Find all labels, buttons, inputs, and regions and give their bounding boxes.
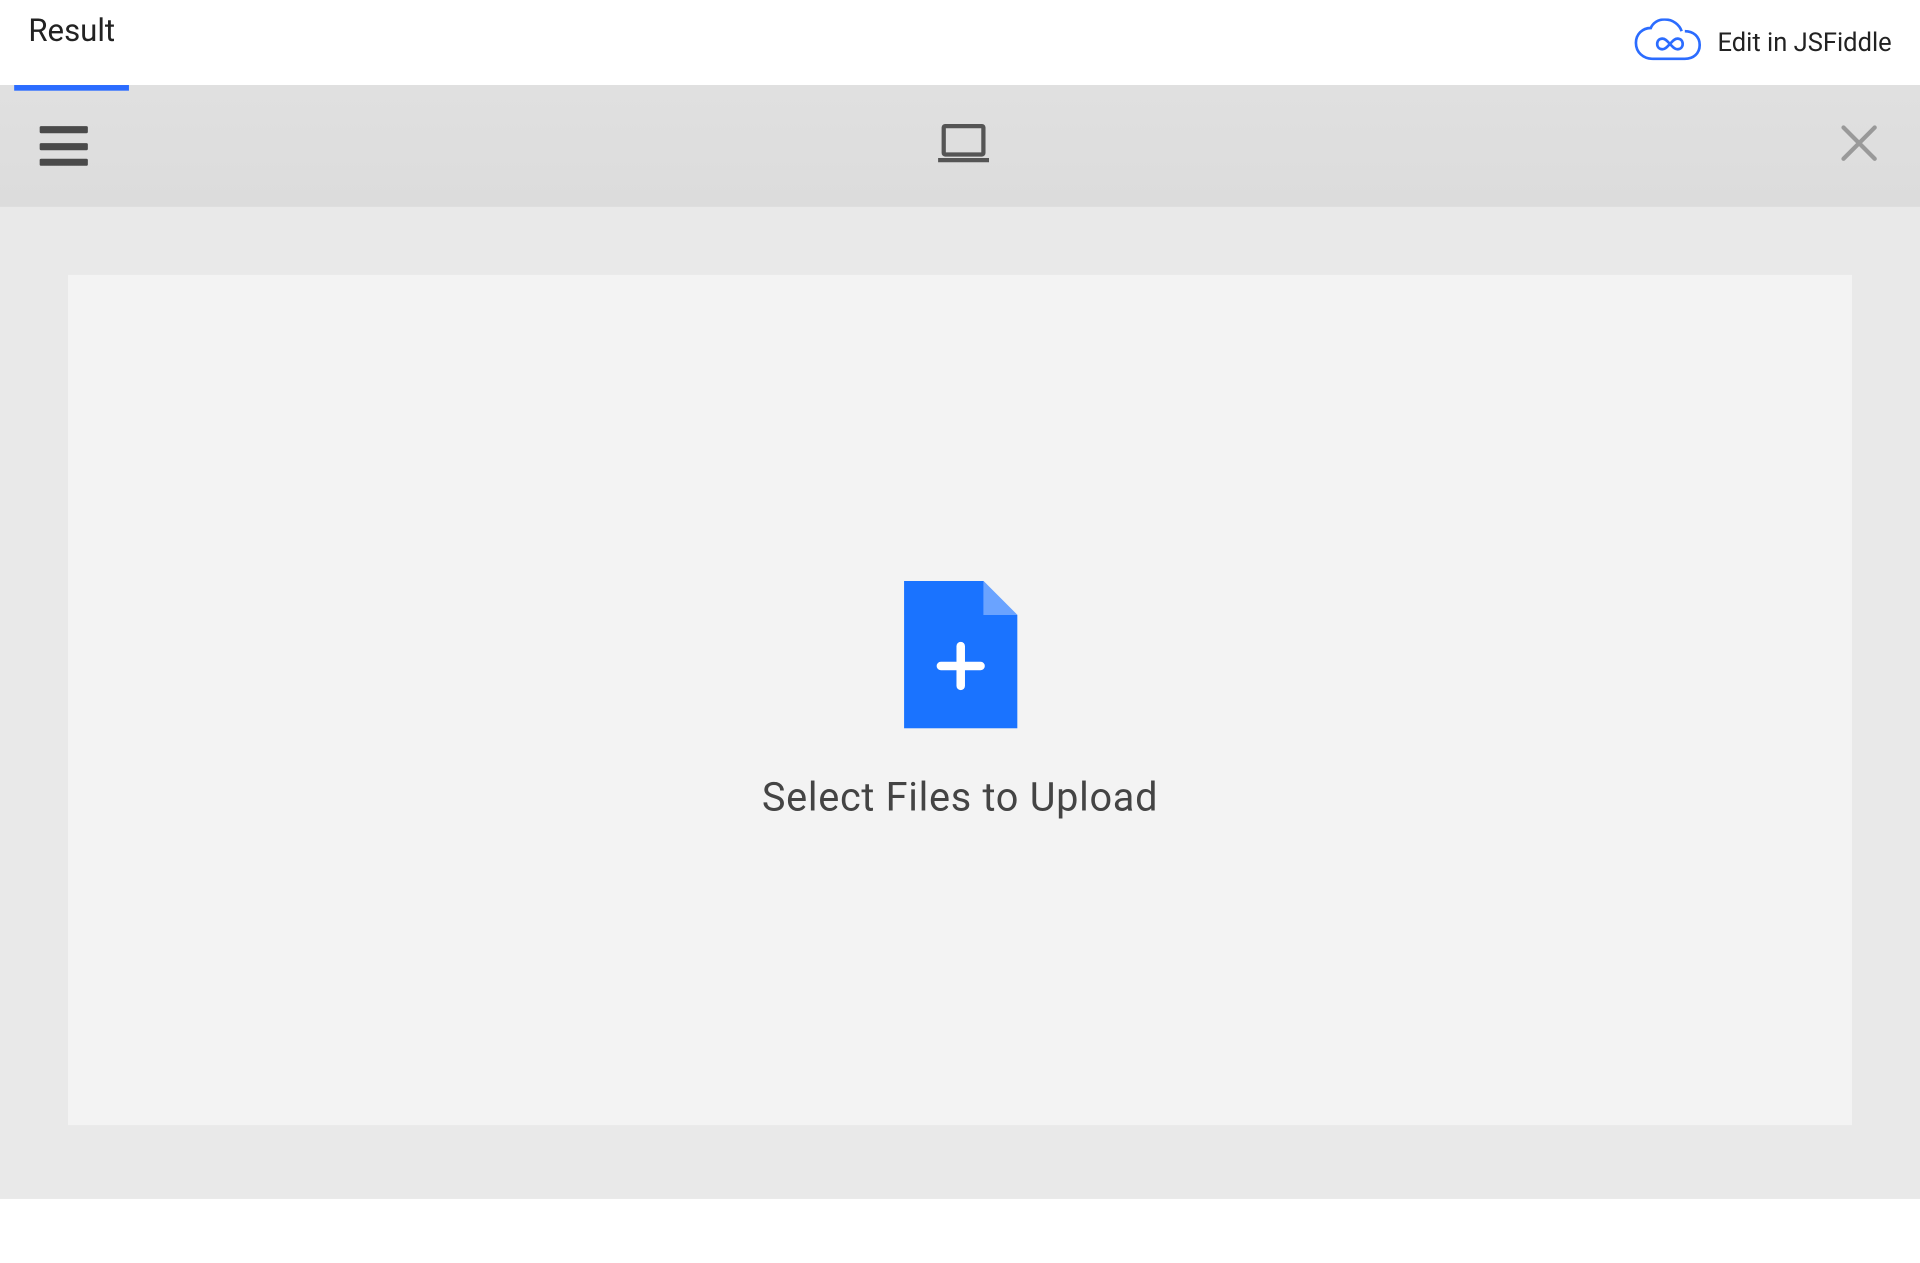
menu-icon[interactable] [40,126,88,166]
file-drop-zone[interactable]: Select Files to Upload [68,275,1852,1125]
close-icon[interactable] [1838,122,1881,170]
picker-body: Select Files to Upload [0,207,1920,1199]
tab-result[interactable]: Result [28,0,115,85]
edit-in-jsfiddle-link[interactable]: Edit in JSFiddle [1633,18,1892,68]
jsfiddle-top-bar: Result Edit in JSFiddle [0,0,1920,85]
cloud-infinity-icon [1633,18,1704,68]
picker-header [0,85,1920,207]
file-add-icon [903,580,1016,733]
drop-zone-label: Select Files to Upload [762,773,1158,820]
device-laptop-icon[interactable] [937,122,988,170]
file-picker-modal: Select Files to Upload [0,85,1920,1199]
tab-result-label: Result [28,13,115,48]
edit-link-label: Edit in JSFiddle [1718,28,1892,58]
